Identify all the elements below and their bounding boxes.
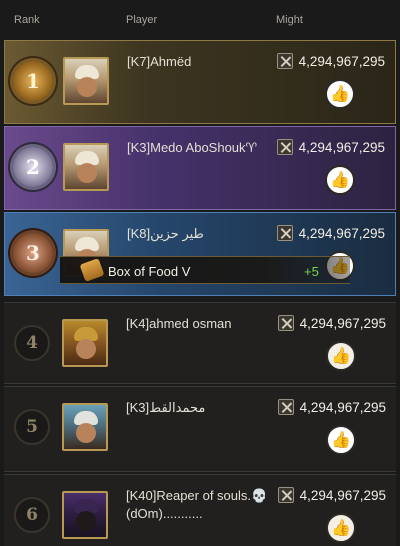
rank-number-badge: 4 xyxy=(14,325,50,361)
crossed-swords-icon xyxy=(276,53,293,69)
gold-rank-medal-icon: 1 xyxy=(13,61,53,101)
crossed-swords-icon xyxy=(276,225,293,241)
player-column-header: Player xyxy=(126,14,158,26)
reward-gain: +5 xyxy=(304,264,319,279)
might-number: 4,294,967,295 xyxy=(299,399,386,415)
reward-label: Box of Food V xyxy=(108,264,191,279)
thumbs-up-icon: 👍 xyxy=(331,348,351,365)
might-number: 4,294,967,295 xyxy=(298,225,385,241)
like-button[interactable]: 👍 xyxy=(326,425,356,455)
like-button[interactable]: 👍 xyxy=(325,165,355,195)
might-value: 4,294,967,295 xyxy=(276,139,385,155)
thumbs-up-icon: 👍 xyxy=(330,172,350,189)
leaderboard-row-6[interactable]: 6 [K40]Reaper of souls.💀 (dOm)..........… xyxy=(4,474,396,546)
might-value: 4,294,967,295 xyxy=(276,53,385,69)
thumbs-up-icon: 👍 xyxy=(331,432,351,449)
might-value: 4,294,967,295 xyxy=(277,315,386,331)
might-value: 4,294,967,295 xyxy=(277,487,386,503)
leaderboard-row-5[interactable]: 5 [K3]محمدالقط 4,294,967,295 👍 xyxy=(4,386,396,472)
leaderboard-row-2[interactable]: 2 [K3]Medo AboShouk♈ 4,294,967,295 👍 xyxy=(4,126,396,210)
player-name: [K8]طير حزين xyxy=(127,226,204,241)
might-value: 4,294,967,295 xyxy=(277,399,386,415)
player-avatar[interactable] xyxy=(63,57,109,105)
crossed-swords-icon xyxy=(277,487,294,503)
rank-number-badge: 5 xyxy=(14,409,50,445)
crossed-swords-icon xyxy=(277,399,294,415)
leaderboard-row-4[interactable]: 4 [K4]ahmed osman 4,294,967,295 👍 xyxy=(4,302,396,384)
player-name: [K3]محمدالقط xyxy=(126,400,206,415)
leaderboard-header: Rank Player Might xyxy=(0,0,400,36)
like-button[interactable]: 👍 xyxy=(326,513,356,543)
rank-column-header: Rank xyxy=(14,14,40,26)
silver-rank-medal-icon: 2 xyxy=(13,147,53,187)
thumbs-up-icon: 👍 xyxy=(330,86,350,103)
reward-tooltip: Box of Food V +5 xyxy=(60,256,350,284)
bronze-rank-medal-icon: 3 xyxy=(13,233,53,273)
crossed-swords-icon xyxy=(276,139,293,155)
might-number: 4,294,967,295 xyxy=(298,139,385,155)
player-name: [K7]Ahmëd xyxy=(127,54,192,69)
rank-number-badge: 6 xyxy=(14,497,50,533)
like-button[interactable]: 👍 xyxy=(326,341,356,371)
crossed-swords-icon xyxy=(277,315,294,331)
player-avatar[interactable] xyxy=(63,143,109,191)
might-value: 4,294,967,295 xyxy=(276,225,385,241)
player-name: [K40]Reaper of souls.💀 (dOm)........... xyxy=(126,488,268,521)
player-avatar[interactable] xyxy=(62,491,108,539)
like-button[interactable]: 👍 xyxy=(325,79,355,109)
leaderboard-row-1[interactable]: 1 [K7]Ahmëd 4,294,967,295 👍 xyxy=(4,40,396,124)
might-number: 4,294,967,295 xyxy=(298,53,385,69)
might-number: 4,294,967,295 xyxy=(299,315,386,331)
player-avatar[interactable] xyxy=(62,319,108,367)
food-box-icon xyxy=(79,258,105,282)
player-name: [K4]ahmed osman xyxy=(126,316,232,331)
thumbs-up-icon: 👍 xyxy=(331,520,351,537)
might-number: 4,294,967,295 xyxy=(299,487,386,503)
might-column-header: Might xyxy=(276,14,303,26)
player-avatar[interactable] xyxy=(62,403,108,451)
player-name: [K3]Medo AboShouk♈ xyxy=(127,140,258,155)
